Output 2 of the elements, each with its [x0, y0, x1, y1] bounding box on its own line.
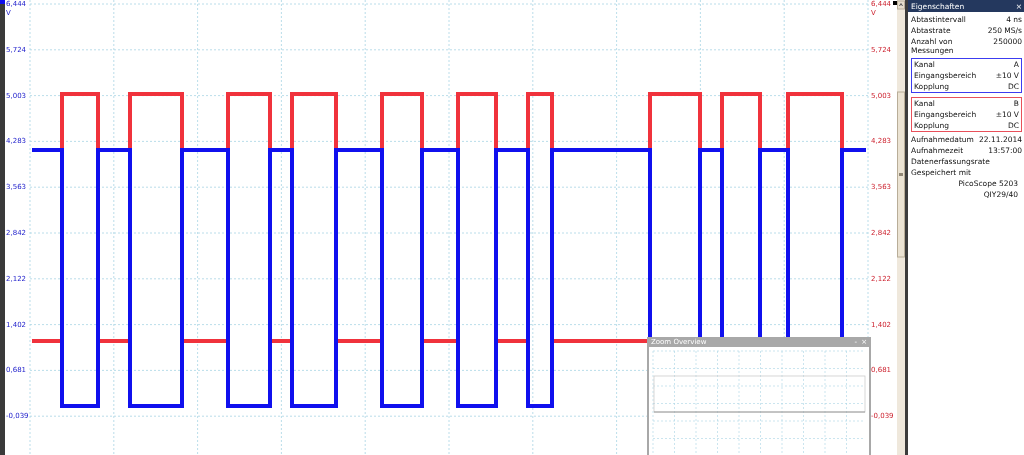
channel-b-marker	[893, 1, 897, 5]
channel-a-marker	[0, 0, 5, 4]
